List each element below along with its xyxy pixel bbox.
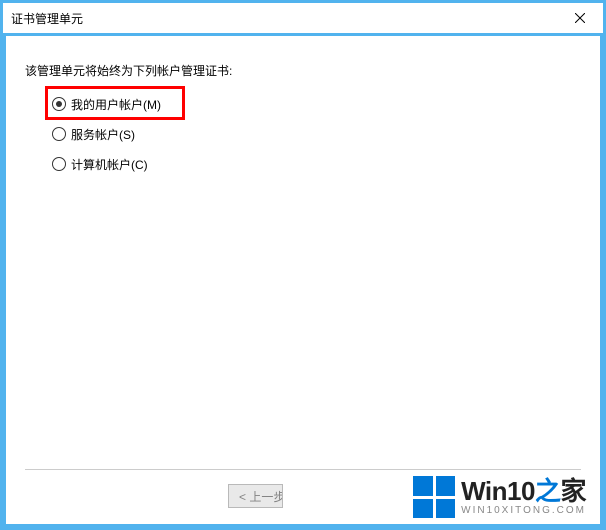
close-button[interactable] — [557, 3, 603, 33]
close-icon — [575, 13, 585, 23]
windows-logo-icon — [413, 476, 455, 518]
client-area: 该管理单元将始终为下列帐户管理证书: 我的用户帐户(M) 服务帐户(S) 计算机… — [6, 36, 600, 524]
radio-my-user-account[interactable]: 我的用户帐户(M) — [52, 94, 161, 114]
radio-indicator-icon — [52, 97, 66, 111]
window-title: 证书管理单元 — [11, 10, 83, 27]
watermark-text: Win10之家 WIN10XITONG.COM — [461, 478, 586, 516]
radio-label: 计算机帐户(C) — [71, 156, 148, 173]
instruction-text: 该管理单元将始终为下列帐户管理证书: — [25, 62, 232, 79]
radio-service-account[interactable]: 服务帐户(S) — [52, 124, 161, 144]
radio-indicator-icon — [52, 157, 66, 171]
titlebar: 证书管理单元 — [3, 3, 603, 33]
separator — [25, 469, 581, 470]
radio-label: 我的用户帐户(M) — [71, 96, 161, 113]
account-radio-group: 我的用户帐户(M) 服务帐户(S) 计算机帐户(C) — [52, 94, 161, 184]
back-button-label: < 上一步 — [239, 488, 283, 505]
window-frame: 证书管理单元 该管理单元将始终为下列帐户管理证书: 我的用户帐户(M) 服务帐户… — [0, 0, 606, 530]
radio-label: 服务帐户(S) — [71, 126, 135, 143]
back-button[interactable]: < 上一步 — [228, 484, 283, 508]
radio-computer-account[interactable]: 计算机帐户(C) — [52, 154, 161, 174]
radio-indicator-icon — [52, 127, 66, 141]
watermark: Win10之家 WIN10XITONG.COM — [413, 476, 586, 518]
